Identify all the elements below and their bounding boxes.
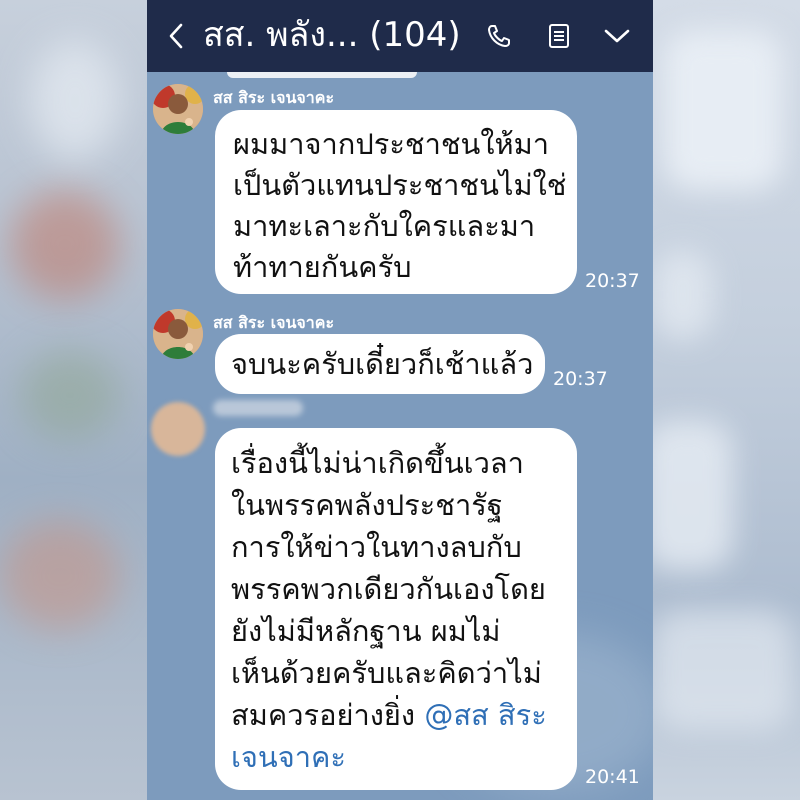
message-text-line: การให้ข่าวในทางลบกับ [231, 530, 522, 564]
message-text-line: ในพรรคพลังประชารัฐ [231, 488, 503, 522]
message-text-line: เห็นด้วยครับและคิดว่าไม่ [231, 656, 542, 690]
message-text-line: พรรคพวกเดียวกันเองโดย [231, 572, 546, 606]
message-text-line: เรื่องนี้ไม่น่าเกิดขึ้นเวลา [231, 446, 524, 480]
sender-name: สส สิระ เจนจาคะ [213, 88, 335, 107]
message-text-line: เป็นตัวแทนประชาชนไม่ใช่ [233, 168, 567, 202]
notes-button[interactable] [543, 20, 575, 52]
chevron-left-icon [169, 23, 183, 49]
previous-message-edge [227, 72, 417, 78]
profile-photo [153, 84, 203, 134]
menu-toggle-button[interactable] [601, 20, 633, 52]
blurred-background-right [643, 0, 800, 800]
avatar[interactable] [153, 84, 203, 134]
avatar[interactable] [151, 402, 205, 456]
message-list[interactable]: สส สิระ เจนจาคะ ผมมาจากประชาชนให้มา เป็น… [147, 72, 653, 800]
message-text-line: ผมมาจากประชาชนให้มา [233, 127, 550, 161]
message-text-line: ท้าทายกันครับ [233, 250, 412, 284]
message-text-line: ยังไม่มีหลักฐาน ผมไม่ [231, 614, 501, 648]
chat-header: สส. พลัง... (104) [147, 0, 653, 72]
message-time: 20:37 [553, 368, 608, 390]
notes-icon [549, 24, 569, 48]
message-time: 20:37 [585, 270, 640, 292]
message-bubble[interactable]: เรื่องนี้ไม่น่าเกิดขึ้นเวลา ในพรรคพลังปร… [215, 428, 577, 790]
chat-title[interactable]: สส. พลัง... (104) [203, 12, 461, 58]
phone-icon [488, 25, 510, 47]
sender-name: สส สิระ เจนจาคะ [213, 313, 335, 332]
message-bubble[interactable]: จบนะครับเดี๋ยวก็เช้าแล้ว [215, 334, 545, 394]
message-text-line: จบนะครับเดี๋ยวก็เช้าแล้ว [231, 347, 534, 381]
sender-name-blurred [213, 400, 303, 416]
call-button[interactable] [483, 20, 515, 52]
message-text-line: สมควรอย่างยิ่ง @สส สิระ [231, 694, 561, 736]
message-text-line: มาทะเลาะกับใครและมา [233, 209, 536, 243]
message-text: สมควรอย่างยิ่ง [231, 698, 425, 732]
avatar[interactable] [153, 309, 203, 359]
back-button[interactable] [161, 20, 191, 52]
mention-link-continued[interactable]: เจนจาคะ [231, 736, 561, 778]
message-bubble[interactable]: ผมมาจากประชาชนให้มา เป็นตัวแทนประชาชนไม่… [215, 110, 577, 294]
profile-photo [153, 309, 203, 359]
chevron-down-icon [604, 29, 630, 43]
message-time: 20:41 [585, 766, 640, 788]
blurred-background-left [0, 0, 147, 800]
chat-screen: สส. พลัง... (104) สส สิระ เจนจาคะ ผมมาจา… [147, 0, 653, 800]
mention-link[interactable]: @สส สิระ [424, 698, 546, 732]
